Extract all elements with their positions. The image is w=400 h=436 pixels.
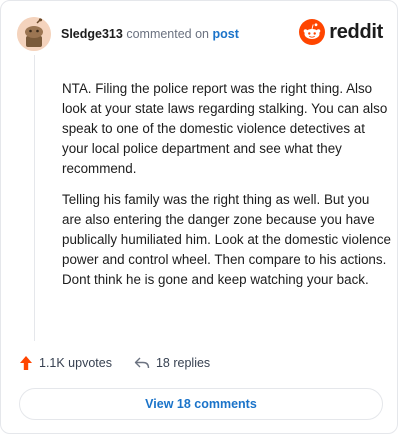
upvote-arrow-icon [20, 356, 32, 370]
upvote-button[interactable]: 1.1K upvotes [19, 355, 112, 371]
reddit-wordmark: reddit [329, 20, 383, 43]
username[interactable]: Sledge313 [61, 27, 123, 41]
post-link[interactable]: post [213, 27, 239, 41]
reddit-logo[interactable]: reddit [299, 19, 383, 45]
comment-body: NTA. Filing the police report was the ri… [62, 79, 392, 301]
user-avatar[interactable] [17, 17, 51, 51]
avatar-snoo-icon [17, 17, 51, 51]
comment-actions: 1.1K upvotes 18 replies [19, 355, 232, 371]
upvote-count: 1.1K upvotes [39, 356, 112, 370]
reddit-alien-icon [299, 19, 326, 45]
comment-paragraph: Telling his family was the right thing a… [62, 192, 391, 287]
comment-paragraph: NTA. Filing the police report was the ri… [62, 81, 388, 176]
reply-count: 18 replies [155, 356, 211, 370]
comment-card: Sledge313 commented on post reddit NTA. … [0, 0, 398, 434]
view-comments-button[interactable]: View 18 comments [19, 388, 383, 420]
action-text: commented on [126, 27, 210, 41]
comment-header: Sledge313 commented on post [61, 26, 239, 42]
replies-button[interactable]: 18 replies [134, 356, 210, 370]
reply-arrow-icon [134, 357, 150, 369]
thread-line [34, 55, 35, 341]
